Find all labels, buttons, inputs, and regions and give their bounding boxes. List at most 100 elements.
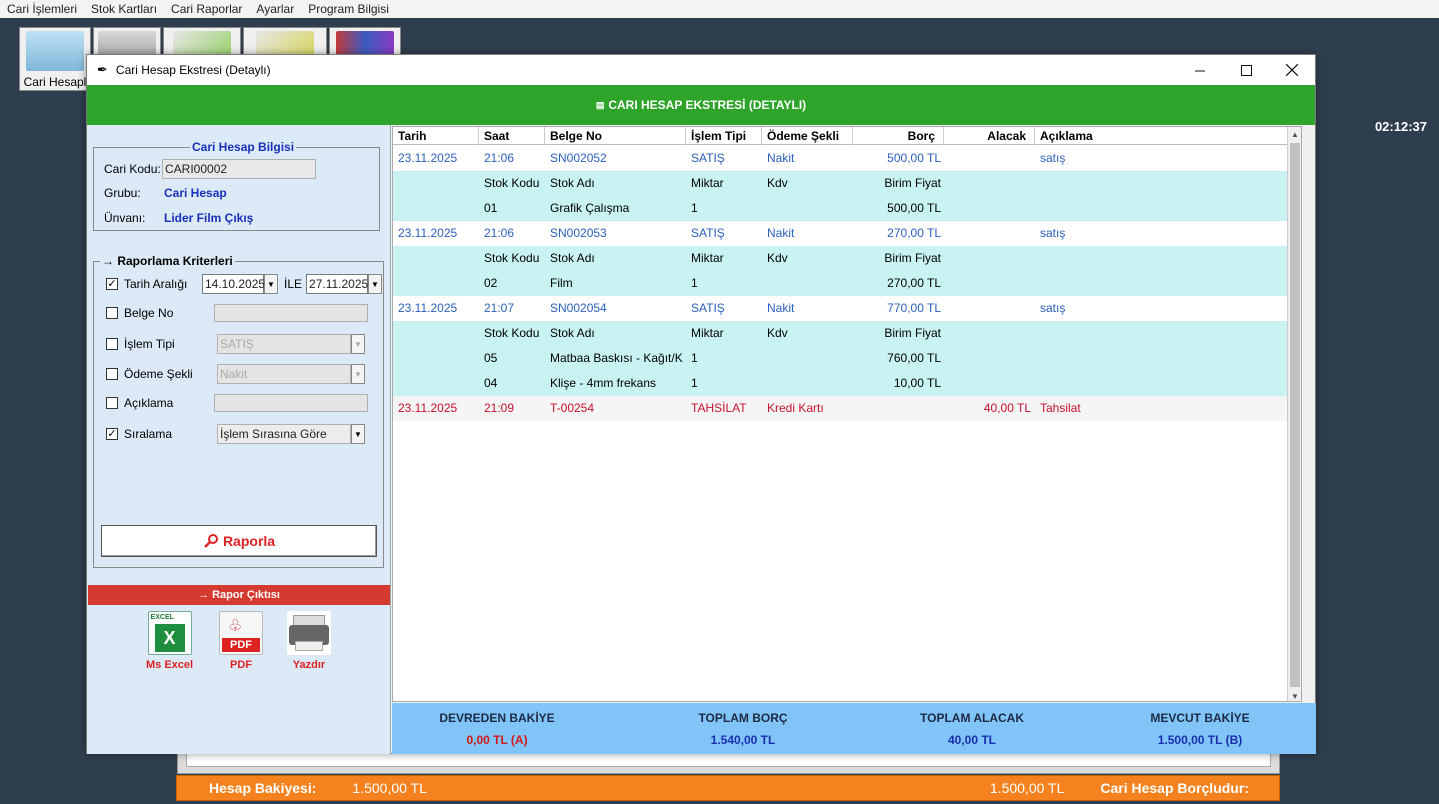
search-icon [204, 534, 218, 548]
account-code-row: Cari Kodu: CARI00002 [104, 159, 316, 179]
cell-doc-no: Stok Adı [550, 251, 595, 265]
carry-balance: DEVREDEN BAKİYE 0,00 TL (A) [422, 703, 572, 754]
date-to-dropdown[interactable]: ▼ [368, 274, 383, 294]
detail-row[interactable]: 02 Film 1 270,00 TL [393, 271, 1301, 296]
window-titlebar[interactable]: ✒ Cari Hesap Ekstresi (Detaylı) [87, 55, 1315, 85]
menu-program-bilgisi[interactable]: Program Bilgisi [308, 2, 389, 16]
cell-doc-no: Stok Adı [550, 326, 595, 340]
statement-header-title: CARI HESAP EKSTRESİ (DETAYLI) [608, 98, 807, 112]
criteria-title-text: Raporlama Kriterleri [117, 254, 233, 268]
cell-tx-type: TAHSİLAT [691, 401, 747, 415]
payment-label: Ödeme Şekli [124, 367, 193, 381]
date-range-checkbox[interactable]: ✓ [106, 278, 118, 290]
col-header-debit[interactable]: Borç [853, 127, 944, 145]
acrobat-glyph: ♧ [228, 618, 243, 635]
scroll-up-icon[interactable]: ▲ [1288, 127, 1301, 141]
doc-no-field[interactable] [214, 304, 368, 322]
report-output-header: → Rapor Çıktısı [88, 585, 390, 605]
cell-tx-type: Miktar [691, 176, 724, 190]
cell-description [1040, 171, 1290, 196]
menu-ayarlar[interactable]: Ayarlar [256, 2, 294, 16]
cell-tx-type: 1 [691, 201, 698, 215]
table-row[interactable]: 23.11.2025 21:07 SN002054 SATIŞ Nakit 770,00 … [393, 296, 1301, 321]
table-row[interactable]: 23.11.2025 21:09 T-00254 TAHSİLAT Kredi Kart… [393, 396, 1301, 421]
statement-grid: Tarih Saat Belge No İşlem Tipi Ödeme Şek… [392, 126, 1302, 702]
payment-dropdown[interactable]: ▼ [351, 364, 365, 384]
tx-type-select[interactable]: SATIŞ [217, 334, 351, 354]
export-excel-button[interactable]: EXCEL X Ms Excel [146, 611, 193, 671]
report-button-label: Raporla [222, 533, 276, 549]
carry-balance-label: DEVREDEN BAKİYE [439, 710, 555, 725]
total-debit: TOPLAM BORÇ 1.540,00 TL [668, 703, 818, 754]
col-header-payment[interactable]: Ödeme Şekli [762, 127, 853, 145]
cell-tx-type: Miktar [691, 326, 724, 340]
cell-description: satış [1040, 301, 1066, 315]
cell-time: 01 [484, 201, 498, 215]
cell-payment: Kdv [767, 251, 788, 265]
report-button[interactable]: Raporla [101, 525, 377, 557]
tx-type-dropdown[interactable]: ▼ [351, 334, 365, 354]
detail-row[interactable]: 04 Klişe - 4mm frekans 1 10,00 TL [393, 371, 1301, 396]
toolbar-cari-hesap-button[interactable]: Cari Hesapl [19, 27, 91, 91]
grid-vertical-scrollbar[interactable]: ▲ ▼ [1287, 127, 1301, 701]
cell-credit: 40,00 TL [983, 401, 1031, 415]
col-header-credit[interactable]: Alacak [944, 127, 1035, 145]
menu-stok-kartlari[interactable]: Stok Kartları [91, 2, 157, 16]
cell-payment: Kredi Kartı [767, 401, 824, 415]
cell-time: Stok Kodu [484, 326, 540, 340]
account-code-field[interactable]: CARI00002 [162, 159, 316, 179]
print-button[interactable]: Yazdır [287, 611, 331, 671]
detail-row[interactable]: Stok Kodu Stok Adı Miktar Kdv Birim Fiyat [393, 321, 1301, 346]
account-info-group: Cari Hesap Bilgisi Cari Kodu: CARI00002 … [93, 140, 380, 231]
doc-no-checkbox[interactable] [106, 307, 118, 319]
date-separator: İLE [284, 277, 303, 291]
cell-tx-type: 1 [691, 376, 698, 390]
menu-cari-islemleri[interactable]: Cari İşlemleri [7, 2, 77, 16]
sort-dropdown[interactable]: ▼ [351, 424, 365, 444]
excel-icon: EXCEL X [147, 611, 192, 655]
scroll-down-icon[interactable]: ▼ [1288, 689, 1301, 701]
date-from-field[interactable]: 14.10.2025 [202, 274, 265, 294]
desc-field[interactable] [214, 394, 368, 412]
col-header-time[interactable]: Saat [479, 127, 545, 145]
cell-date [398, 171, 478, 196]
cell-doc-no: SN002053 [550, 226, 607, 240]
close-button[interactable] [1269, 55, 1315, 85]
cell-date [398, 346, 478, 371]
menu-cari-raporlar[interactable]: Cari Raporlar [171, 2, 242, 16]
desc-label: Açıklama [124, 396, 174, 410]
menu-bar: Cari İşlemleri Stok Kartları Cari Raporl… [0, 0, 1439, 18]
background-form [177, 752, 1280, 774]
detail-row[interactable]: 05 Matbaa Baskısı - Kağıt/K 1 760,00 TL [393, 346, 1301, 371]
col-header-doc-no[interactable]: Belge No [545, 127, 686, 145]
cell-time: Stok Kodu [484, 176, 540, 190]
sort-select[interactable]: İşlem Sırasına Göre [217, 424, 351, 444]
export-pdf-button[interactable]: ♧ PDF PDF [219, 611, 263, 671]
cell-doc-no: T-00254 [550, 401, 595, 415]
cell-time: Stok Kodu [484, 251, 540, 265]
cell-time: 02 [484, 276, 498, 290]
desc-checbox[interactable] [106, 397, 118, 409]
cell-tx-type: Miktar [691, 251, 724, 265]
sort-checkbox[interactable]: ✓ [106, 428, 118, 440]
date-from-dropdown[interactable]: ▼ [264, 274, 278, 294]
date-to-field[interactable]: 27.11.2025 [306, 274, 368, 294]
payment-select[interactable]: Nakit [217, 364, 351, 384]
col-header-description[interactable]: Açıklama [1035, 127, 1289, 145]
col-header-date[interactable]: Tarih [393, 127, 479, 145]
detail-row[interactable]: Stok Kodu Stok Adı Miktar Kdv Birim Fiyat [393, 246, 1301, 271]
detail-row[interactable]: Stok Kodu Stok Adı Miktar Kdv Birim Fiyat [393, 171, 1301, 196]
detail-row[interactable]: 01 Grafik Çalışma 1 500,00 TL [393, 196, 1301, 221]
minimize-button[interactable] [1177, 55, 1223, 85]
table-row[interactable]: 23.11.2025 21:06 SN002052 SATIŞ Nakit 500,00 … [393, 146, 1301, 171]
table-row[interactable]: 23.11.2025 21:06 SN002053 SATIŞ Nakit 270,00 … [393, 221, 1301, 246]
payment-checkbox[interactable] [106, 368, 118, 380]
cell-payment: Nakit [767, 226, 795, 240]
scroll-thumb[interactable] [1290, 143, 1300, 687]
maximize-button[interactable] [1223, 55, 1269, 85]
col-header-tx-type[interactable]: İşlem Tipi [686, 127, 762, 145]
tx-type-checkbox[interactable] [106, 338, 118, 350]
date-range-label: Tarih Aralığı [124, 277, 188, 291]
cell-credit [944, 221, 1031, 246]
cell-time: 05 [484, 351, 498, 365]
